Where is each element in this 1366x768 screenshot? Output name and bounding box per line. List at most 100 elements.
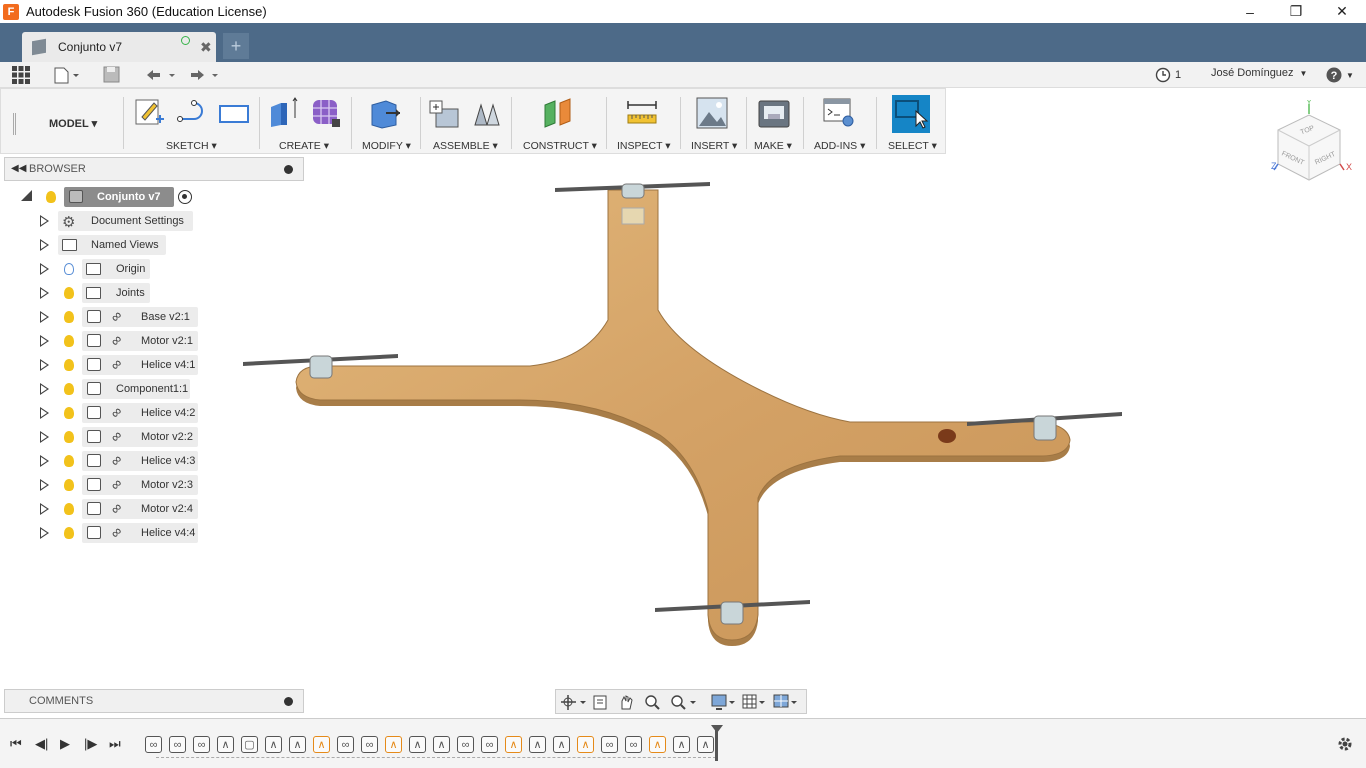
make-menu[interactable]: MAKE ▾ — [754, 140, 792, 152]
viewcube[interactable]: Y TOP FRONT RIGHT Z X — [1270, 100, 1360, 190]
visibility-bulb-icon[interactable] — [64, 527, 74, 539]
select-menu[interactable]: SELECT ▾ — [888, 140, 937, 152]
browser-node[interactable]: ∞ Helice v4:3 — [82, 451, 198, 471]
timeline-feature-link-icon[interactable]: ∞ — [361, 736, 378, 753]
expand-triangle-icon[interactable] — [40, 479, 49, 491]
visibility-bulb-icon[interactable] — [64, 311, 74, 323]
close-window-button[interactable]: ✕ — [1319, 0, 1365, 23]
document-tab[interactable]: Conjunto v7 ✖ — [22, 32, 216, 62]
go-to-end-icon[interactable]: ⏭ — [109, 736, 121, 752]
rectangle-tool-icon[interactable] — [218, 97, 250, 129]
expand-triangle-icon[interactable] — [40, 503, 49, 515]
visibility-bulb-icon[interactable] — [64, 359, 74, 371]
create-menu[interactable]: CREATE ▾ — [279, 140, 329, 152]
toolbar-grip[interactable] — [13, 113, 16, 135]
play-icon[interactable]: ▶ — [60, 736, 70, 752]
scripts-addins-icon[interactable] — [823, 97, 855, 129]
visibility-bulb-icon[interactable] — [46, 191, 56, 203]
restore-button[interactable]: ❐ — [1273, 0, 1319, 23]
extrude-icon[interactable] — [267, 97, 299, 129]
visibility-bulb-icon[interactable] — [64, 383, 74, 395]
expand-triangle-icon[interactable] — [40, 359, 49, 371]
form-icon[interactable] — [310, 97, 342, 129]
expand-triangle-icon[interactable] — [40, 215, 49, 227]
expand-triangle-icon[interactable] — [40, 335, 49, 347]
help-menu[interactable]: ? ▼ — [1326, 67, 1354, 83]
timeline-feature-joint-icon[interactable]: ∧ — [265, 736, 282, 753]
timeline-marker[interactable] — [715, 729, 718, 761]
timeline-feature-box-icon[interactable]: ▢ — [241, 736, 258, 753]
timeline-feature-orange-icon[interactable]: ∧ — [577, 736, 594, 753]
visibility-bulb-icon[interactable] — [64, 287, 74, 299]
measure-icon[interactable] — [626, 97, 658, 129]
pan-hand-icon[interactable] — [621, 695, 633, 710]
browser-node[interactable]: Joints — [82, 283, 150, 303]
job-status[interactable]: 1 — [1155, 67, 1181, 83]
collapse-browser-icon[interactable]: ◀◀ — [11, 163, 26, 174]
file-menu-icon[interactable] — [54, 66, 80, 84]
root-component-node[interactable]: Conjunto v7 — [64, 187, 174, 207]
expand-triangle-icon[interactable] — [40, 527, 49, 539]
timeline-feature-orange-icon[interactable]: ∧ — [649, 736, 666, 753]
browser-panel-header[interactable]: ◀◀ BROWSER — [4, 157, 304, 181]
visibility-bulb-icon[interactable] — [64, 335, 74, 347]
timeline-feature-joint-icon[interactable]: ∧ — [553, 736, 570, 753]
minimize-button[interactable]: – — [1227, 0, 1273, 23]
browser-options-icon[interactable] — [284, 165, 293, 174]
joint-icon[interactable] — [471, 97, 503, 129]
browser-node[interactable]: ∞ Helice v4:4 — [82, 523, 198, 543]
expand-triangle-icon[interactable] — [40, 383, 49, 395]
visibility-bulb-icon[interactable] — [64, 263, 74, 275]
display-settings-icon[interactable] — [711, 694, 735, 710]
grid-settings-icon[interactable] — [742, 694, 765, 709]
visibility-bulb-icon[interactable] — [64, 455, 74, 467]
timeline-feature-orange-icon[interactable]: ∧ — [313, 736, 330, 753]
offset-plane-icon[interactable] — [542, 97, 574, 129]
timeline-feature-joint-icon[interactable]: ∧ — [529, 736, 546, 753]
browser-node[interactable]: ∞ Motor v2:3 — [82, 475, 198, 495]
timeline-feature-link-icon[interactable]: ∞ — [481, 736, 498, 753]
select-tool-button[interactable] — [892, 95, 930, 133]
timeline-feature-joint-icon[interactable]: ∧ — [409, 736, 426, 753]
visibility-bulb-icon[interactable] — [64, 431, 74, 443]
activate-radio-icon[interactable] — [178, 190, 192, 204]
expand-triangle-icon[interactable] — [40, 263, 49, 275]
browser-node[interactable]: ∞ Motor v2:1 — [82, 331, 198, 351]
visibility-bulb-icon[interactable] — [64, 407, 74, 419]
timeline-feature-link-icon[interactable]: ∞ — [601, 736, 618, 753]
browser-node[interactable]: Origin — [82, 259, 150, 279]
expand-triangle-icon[interactable] — [40, 455, 49, 467]
drone-frame[interactable] — [295, 189, 1071, 646]
expand-triangle-icon[interactable] — [40, 311, 49, 323]
timeline-feature-link-icon[interactable]: ∞ — [145, 736, 162, 753]
timeline-feature-link-icon[interactable]: ∞ — [337, 736, 354, 753]
orbit-icon[interactable] — [561, 695, 586, 710]
insert-menu[interactable]: INSERT ▾ — [691, 140, 737, 152]
browser-node[interactable]: ∞ Helice v4:2 — [82, 403, 198, 423]
save-icon[interactable] — [103, 66, 121, 84]
timeline-feature-joint-icon[interactable]: ∧ — [673, 736, 690, 753]
sketch-menu[interactable]: SKETCH ▾ — [166, 140, 217, 152]
timeline-feature-link-icon[interactable]: ∞ — [193, 736, 210, 753]
browser-node[interactable]: ⚙ Document Settings — [58, 211, 193, 231]
undo-icon[interactable] — [144, 66, 176, 84]
new-tab-button[interactable]: + — [223, 33, 249, 59]
create-sketch-icon[interactable] — [134, 97, 166, 129]
timeline-feature-orange-icon[interactable]: ∧ — [385, 736, 402, 753]
visibility-bulb-icon[interactable] — [64, 503, 74, 515]
browser-node[interactable]: ∞ Motor v2:2 — [82, 427, 198, 447]
browser-node[interactable]: Named Views — [58, 235, 166, 255]
browser-node[interactable]: Component1:1 — [82, 379, 190, 399]
line-tool-icon[interactable] — [176, 97, 208, 129]
new-component-icon[interactable] — [428, 97, 460, 129]
timeline-feature-link-icon[interactable]: ∞ — [625, 736, 642, 753]
timeline-feature-orange-icon[interactable]: ∧ — [505, 736, 522, 753]
timeline-feature-link-icon[interactable]: ∞ — [169, 736, 186, 753]
expand-triangle-icon[interactable] — [40, 431, 49, 443]
assemble-menu[interactable]: ASSEMBLE ▾ — [433, 140, 498, 152]
browser-node[interactable]: ∞ Motor v2:4 — [82, 499, 198, 519]
collapse-triangle-icon[interactable] — [21, 190, 32, 201]
timeline-feature-link-icon[interactable]: ∞ — [457, 736, 474, 753]
add-ins-menu[interactable]: ADD-INS ▾ — [814, 140, 865, 152]
3d-print-icon[interactable] — [758, 97, 790, 129]
